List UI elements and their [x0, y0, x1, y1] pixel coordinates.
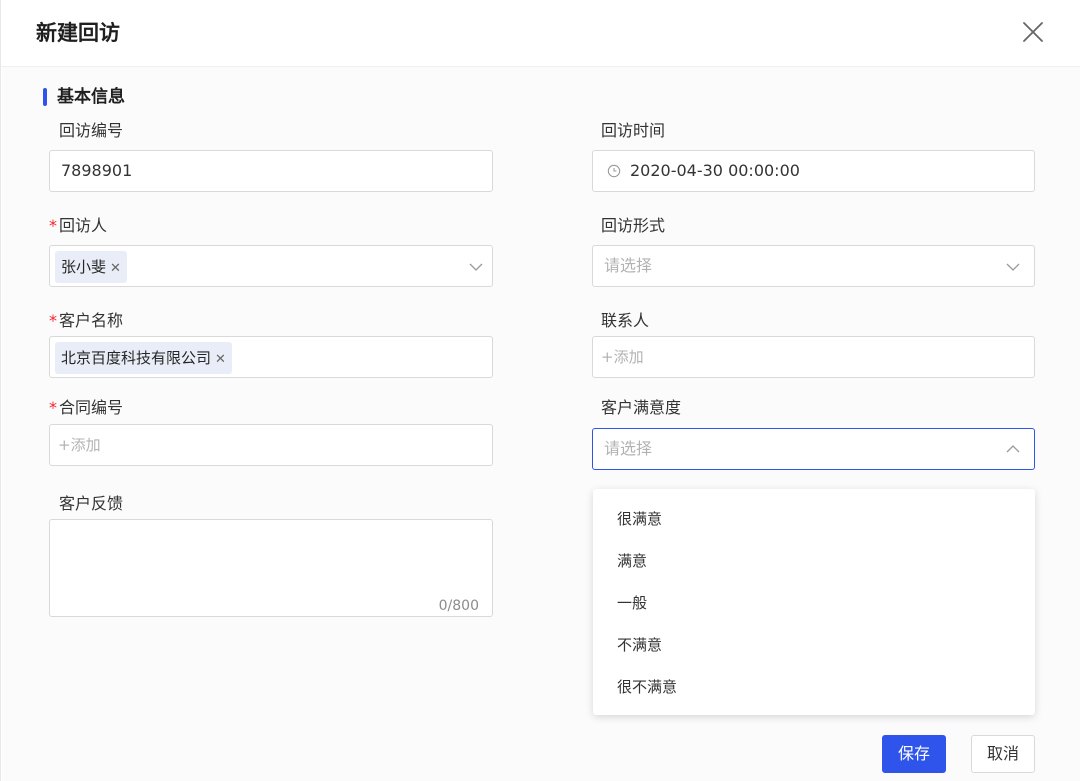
option-very-satisfied[interactable]: 很满意	[617, 509, 662, 529]
contact-placeholder: +添加	[601, 348, 644, 366]
section-accent-bar	[43, 88, 47, 106]
chevron-down-icon	[1006, 263, 1020, 271]
visit-time-value: 2020-04-30 00:00:00	[630, 161, 800, 180]
visit-form-placeholder: 请选择	[604, 256, 653, 275]
visitor-tag-label: 张小斐	[61, 258, 107, 276]
new-visit-dialog: 新建回访 基本信息 回访编号 7898901 回访时间 2020-04-30 0…	[0, 0, 1080, 781]
visit-time-picker[interactable]: 2020-04-30 00:00:00	[592, 150, 1035, 192]
visit-no-label: 回访编号	[59, 121, 124, 140]
dialog-title: 新建回访	[36, 21, 120, 45]
option-dissatisfied[interactable]: 不满意	[617, 635, 662, 655]
contract-no-add-field[interactable]: +添加	[49, 424, 493, 466]
customer-name-tag-label: 北京百度科技有限公司	[61, 349, 212, 367]
visit-time-label: 回访时间	[601, 121, 666, 140]
close-icon[interactable]	[1019, 18, 1047, 46]
required-mark: *	[49, 398, 57, 417]
satisfaction-select[interactable]: 请选择	[592, 428, 1035, 470]
tag-close-icon[interactable]: ✕	[110, 261, 121, 276]
visit-no-value: 7898901	[61, 161, 133, 180]
required-mark: *	[49, 216, 57, 235]
cancel-button[interactable]: 取消	[971, 735, 1035, 773]
feedback-label: 客户反馈	[59, 494, 124, 513]
customer-name-label: * 客户名称	[49, 311, 124, 330]
contact-add-field[interactable]: +添加	[592, 336, 1035, 378]
feedback-textarea[interactable]: 0/800	[49, 519, 493, 617]
section-title: 基本信息	[57, 87, 125, 107]
save-button[interactable]: 保存	[882, 735, 946, 773]
contract-no-label: * 合同编号	[49, 398, 124, 417]
satisfaction-placeholder: 请选择	[604, 439, 653, 458]
chevron-down-icon	[469, 263, 483, 271]
satisfaction-label: 客户满意度	[601, 398, 682, 417]
contract-no-placeholder: +添加	[58, 436, 101, 454]
chevron-up-icon	[1006, 445, 1020, 453]
visitor-tag: 张小斐 ✕	[55, 251, 127, 283]
contact-label: 联系人	[601, 311, 650, 330]
visit-no-input[interactable]: 7898901	[49, 150, 493, 192]
option-very-dissatisfied[interactable]: 很不满意	[617, 677, 677, 697]
visitor-label: * 回访人	[49, 216, 108, 235]
option-satisfied[interactable]: 满意	[617, 551, 647, 571]
visit-form-select[interactable]: 请选择	[592, 245, 1035, 287]
option-average[interactable]: 一般	[617, 593, 647, 613]
visit-form-label: 回访形式	[601, 216, 666, 235]
feedback-char-counter: 0/800	[438, 598, 479, 614]
satisfaction-dropdown: 很满意 满意 一般 不满意 很不满意	[593, 489, 1035, 715]
tag-close-icon[interactable]: ✕	[215, 352, 226, 367]
clock-icon	[607, 164, 621, 178]
required-mark: *	[49, 311, 57, 330]
customer-name-tag: 北京百度科技有限公司 ✕	[55, 342, 232, 374]
